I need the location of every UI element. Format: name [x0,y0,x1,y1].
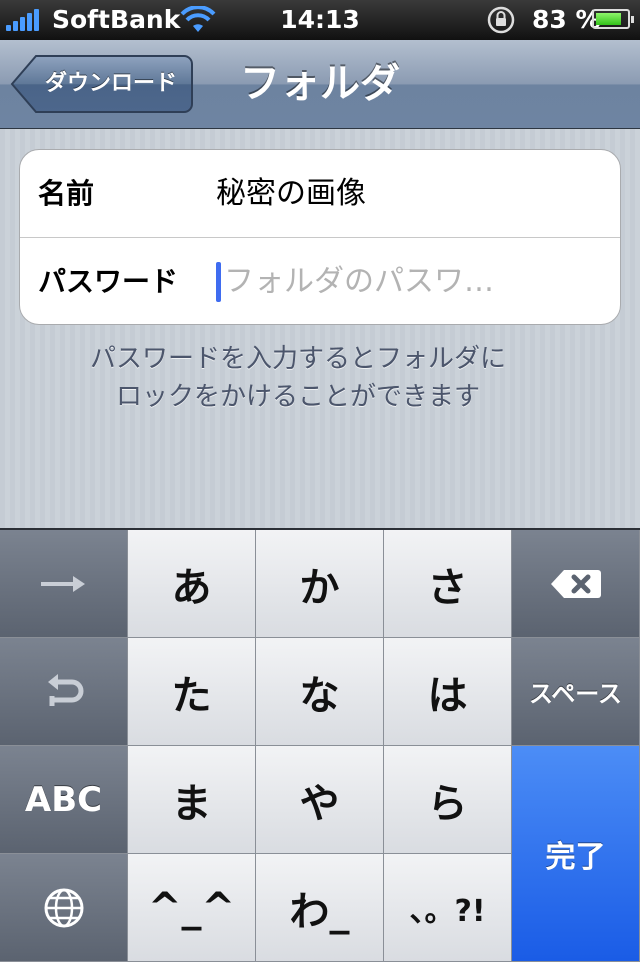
key-emoticon[interactable]: ^_^ [128,854,256,962]
battery-percent: 83 % [532,5,601,34]
text-cursor [216,262,221,302]
key-ma[interactable]: ま [128,746,256,854]
battery-icon [592,9,634,29]
page-title: フォルダ [240,61,400,107]
japanese-kana-keyboard: あ か さ た な は スペース ABC ま や ら 完了 ^_^ わ_ 、。?… [0,528,640,962]
rotation-lock-icon [487,6,515,34]
back-button-label: ダウンロード [44,71,177,96]
delete-key[interactable] [512,530,640,638]
key-ya[interactable]: や [256,746,384,854]
back-button[interactable]: ダウンロード [10,54,194,114]
folder-settings-table: 名前 秘密の画像 パスワード フォルダのパスワ… [19,149,621,325]
delete-icon [550,569,601,598]
key-ta[interactable]: た [128,638,256,746]
name-label: 名前 [38,177,95,210]
key-na[interactable]: な [256,638,384,746]
name-row[interactable]: 名前 秘密の画像 [20,150,620,238]
key-sa[interactable]: さ [384,530,512,638]
password-field[interactable]: フォルダのパスワ… [224,238,494,324]
abc-mode-key[interactable]: ABC [0,746,128,854]
undo-icon [47,673,83,706]
key-ra[interactable]: ら [384,746,512,854]
globe-key[interactable] [0,854,128,962]
password-row[interactable]: パスワード フォルダのパスワ… [20,238,620,324]
done-key[interactable]: 完了 [512,746,640,962]
navigation-bar: ダウンロード フォルダ [0,40,640,129]
battery-level [596,13,621,25]
key-punctuation[interactable]: 、。?! [384,854,512,962]
password-hint: パスワードを入力するとフォルダに ロックをかけることができます [0,340,596,416]
name-field[interactable]: 秘密の画像 [216,150,366,237]
key-ha[interactable]: は [384,638,512,746]
key-ka[interactable]: か [256,530,384,638]
password-label: パスワード [38,265,179,298]
globe-icon [44,888,83,927]
undo-key[interactable] [0,638,128,746]
space-key[interactable]: スペース [512,638,640,746]
password-hint-line2: ロックをかけることができます [115,382,480,412]
key-a[interactable]: あ [128,530,256,638]
password-hint-line1: パスワードを入力するとフォルダに [89,344,506,374]
arrow-right-icon [40,575,85,592]
status-bar: SoftBank 14:13 83 % [0,0,640,40]
key-wa[interactable]: わ_ [256,854,384,962]
next-candidate-key[interactable] [0,530,128,638]
